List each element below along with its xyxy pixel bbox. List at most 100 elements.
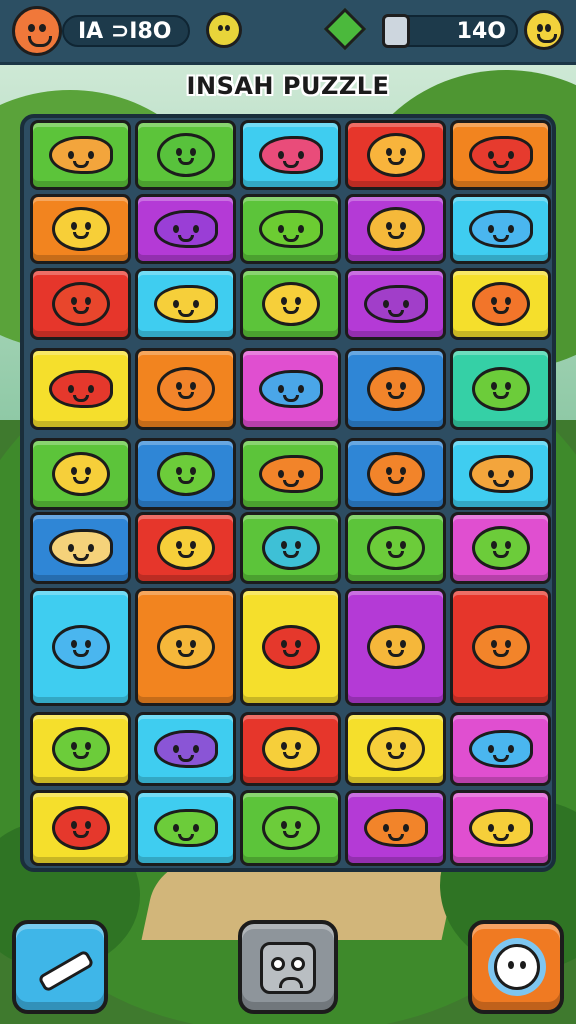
- puzzle-tile[interactable]: [240, 438, 341, 510]
- fish-creature-icon: [153, 285, 218, 323]
- blob-creature-icon: [471, 526, 530, 570]
- puzzle-tile[interactable]: [240, 120, 341, 190]
- puzzle-tile[interactable]: [30, 712, 131, 786]
- blob-creature-icon: [51, 282, 110, 326]
- coin-face-icon[interactable]: [206, 12, 242, 48]
- puzzle-tile[interactable]: [450, 588, 551, 706]
- puzzle-tile[interactable]: [450, 438, 551, 510]
- puzzle-tile[interactable]: [450, 712, 551, 786]
- puzzle-tile[interactable]: [450, 790, 551, 866]
- puzzle-tile[interactable]: [240, 268, 341, 340]
- score-display: IA ⊃I8O: [62, 15, 190, 47]
- blob-creature-icon: [156, 452, 215, 496]
- puzzle-tile[interactable]: [30, 194, 131, 264]
- puzzle-tile[interactable]: [30, 268, 131, 340]
- puzzle-tile[interactable]: [345, 348, 446, 430]
- puzzle-tile[interactable]: [450, 512, 551, 584]
- puzzle-tile[interactable]: [345, 512, 446, 584]
- puzzle-tile[interactable]: [135, 438, 236, 510]
- puzzle-tile[interactable]: [345, 268, 446, 340]
- blob-creature-icon: [471, 625, 530, 669]
- blob-creature-icon: [261, 727, 320, 771]
- gem-icon[interactable]: [323, 7, 367, 51]
- blob-creature-icon: [471, 282, 530, 326]
- blob-creature-icon: [261, 806, 320, 850]
- blob-creature-icon: [366, 727, 425, 771]
- puzzle-tile[interactable]: [30, 438, 131, 510]
- blob-creature-icon: [471, 367, 530, 411]
- character-button[interactable]: [238, 920, 338, 1014]
- puzzle-tile[interactable]: [30, 348, 131, 430]
- blob-creature-icon: [261, 526, 320, 570]
- blob-creature-icon: [261, 625, 320, 669]
- puzzle-tile[interactable]: [240, 588, 341, 706]
- blob-creature-icon: [366, 207, 425, 251]
- puzzle-tile[interactable]: [240, 512, 341, 584]
- puzzle-tile[interactable]: [450, 194, 551, 264]
- fish-creature-icon: [48, 529, 113, 567]
- fish-creature-icon: [468, 455, 533, 493]
- puzzle-tile[interactable]: [135, 194, 236, 264]
- puzzle-tile[interactable]: [135, 712, 236, 786]
- blob-creature-icon: [51, 727, 110, 771]
- blob-creature-icon: [366, 367, 425, 411]
- game-title: INSAH PUZZLE: [186, 72, 390, 100]
- fish-creature-icon: [258, 210, 323, 248]
- blob-creature-icon: [156, 625, 215, 669]
- fish-creature-icon: [363, 285, 428, 323]
- puzzle-tile[interactable]: [240, 194, 341, 264]
- blob-creature-icon: [366, 526, 425, 570]
- puzzle-board: [20, 114, 556, 872]
- puzzle-tile[interactable]: [240, 712, 341, 786]
- fish-creature-icon: [258, 370, 323, 408]
- blob-creature-icon: [51, 806, 110, 850]
- fish-creature-icon: [153, 809, 218, 847]
- puzzle-tile[interactable]: [135, 268, 236, 340]
- puzzle-tile[interactable]: [240, 348, 341, 430]
- flower-button[interactable]: [468, 920, 564, 1014]
- fish-creature-icon: [363, 809, 428, 847]
- top-hud: IA ⊃I8O 14O: [0, 0, 576, 65]
- blob-creature-icon: [366, 452, 425, 496]
- puzzle-tile[interactable]: [30, 790, 131, 866]
- fish-creature-icon: [153, 730, 218, 768]
- blob-creature-icon: [366, 133, 425, 177]
- blob-creature-icon: [261, 282, 320, 326]
- capsule-icon[interactable]: [382, 14, 410, 48]
- player-avatar-icon[interactable]: [12, 6, 62, 56]
- flower-icon: [494, 944, 540, 990]
- blob-creature-icon: [51, 207, 110, 251]
- fish-creature-icon: [468, 210, 533, 248]
- blob-creature-icon: [156, 367, 215, 411]
- smiley-icon[interactable]: [524, 10, 564, 50]
- puzzle-tile[interactable]: [345, 194, 446, 264]
- puzzle-tile[interactable]: [345, 790, 446, 866]
- puzzle-tile[interactable]: [30, 120, 131, 190]
- puzzle-tile[interactable]: [345, 712, 446, 786]
- fish-creature-icon: [258, 136, 323, 174]
- blob-creature-icon: [156, 526, 215, 570]
- puzzle-tile[interactable]: [135, 790, 236, 866]
- bone-icon: [37, 949, 95, 993]
- blob-creature-icon: [51, 625, 110, 669]
- fish-creature-icon: [48, 136, 113, 174]
- puzzle-tile[interactable]: [135, 512, 236, 584]
- fish-creature-icon: [48, 370, 113, 408]
- puzzle-tile[interactable]: [450, 348, 551, 430]
- puzzle-tile[interactable]: [450, 120, 551, 190]
- coins-display: 14O: [392, 15, 518, 47]
- puzzle-tile[interactable]: [30, 512, 131, 584]
- puzzle-tile[interactable]: [345, 120, 446, 190]
- puzzle-tile[interactable]: [30, 588, 131, 706]
- tool-button[interactable]: [12, 920, 108, 1014]
- grumpy-face-icon: [260, 942, 316, 994]
- puzzle-tile[interactable]: [345, 588, 446, 706]
- puzzle-tile[interactable]: [450, 268, 551, 340]
- puzzle-tile[interactable]: [240, 790, 341, 866]
- fish-creature-icon: [468, 730, 533, 768]
- puzzle-tile[interactable]: [135, 348, 236, 430]
- fish-creature-icon: [153, 210, 218, 248]
- puzzle-tile[interactable]: [135, 120, 236, 190]
- puzzle-tile[interactable]: [345, 438, 446, 510]
- puzzle-tile[interactable]: [135, 588, 236, 706]
